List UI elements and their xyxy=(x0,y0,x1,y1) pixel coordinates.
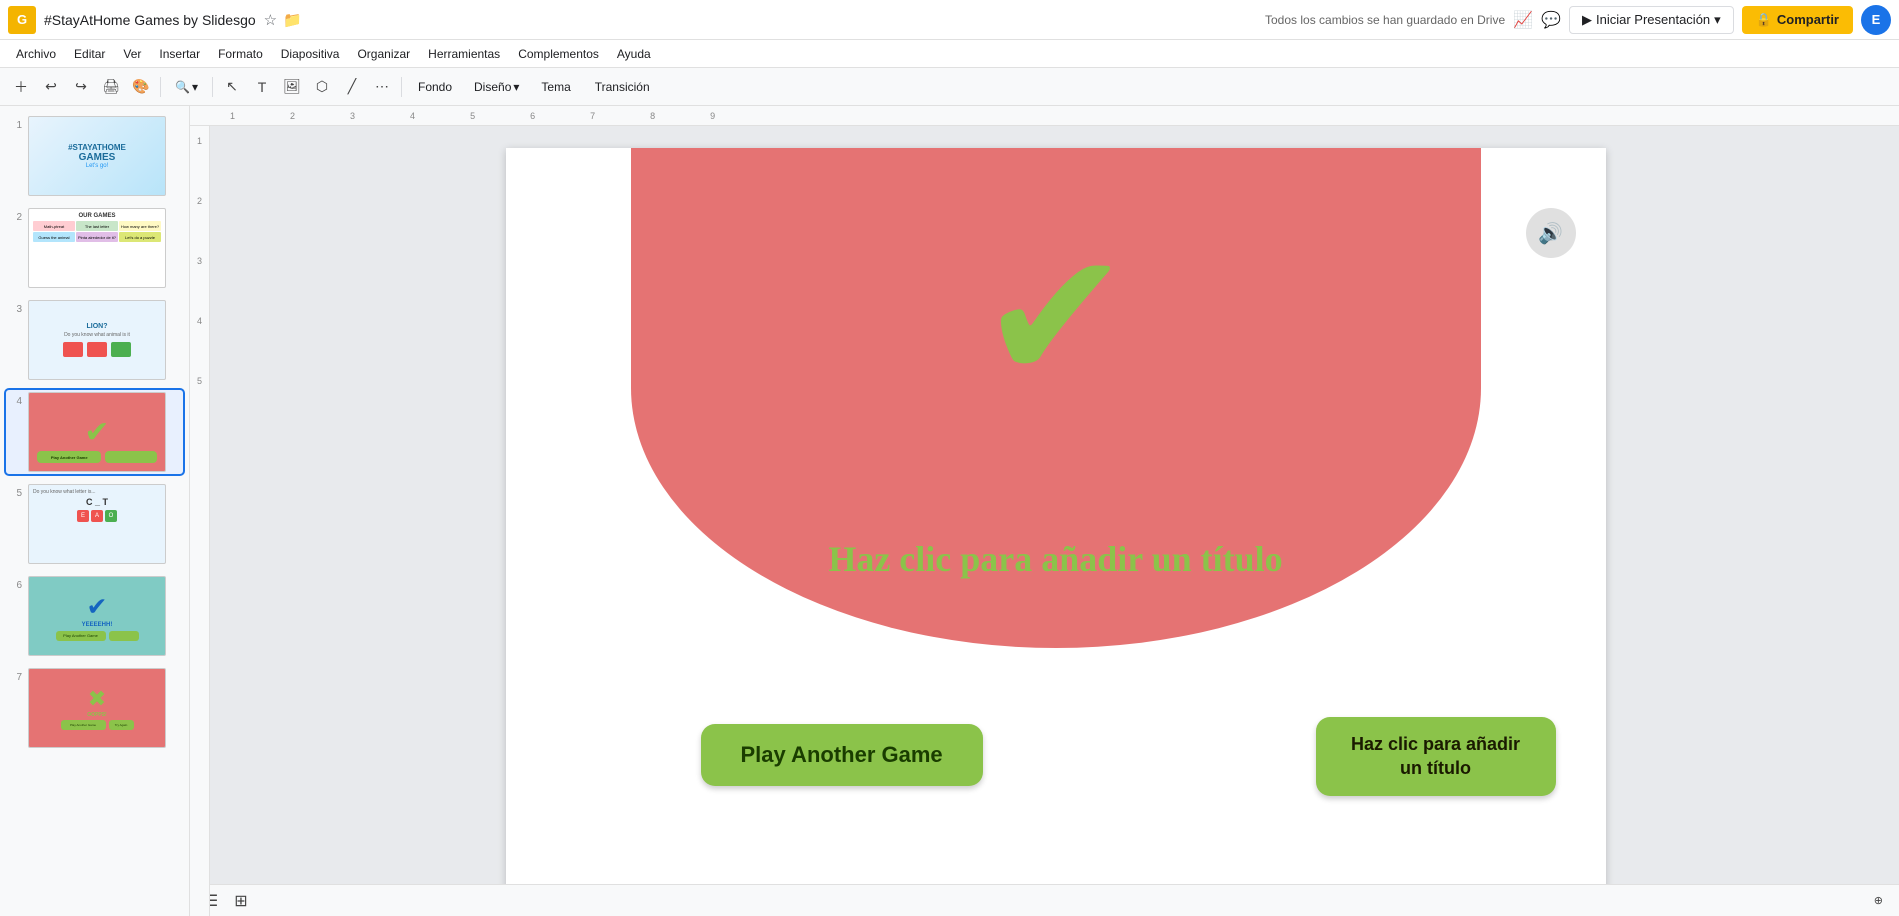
share-button[interactable]: 🔒 Compartir xyxy=(1742,6,1853,34)
save-status: Todos los cambios se han guardado en Dri… xyxy=(1265,13,1505,27)
bottom-bar: ☰ ⊞ ⊕ xyxy=(190,884,1899,916)
toolbar-separator-3 xyxy=(401,77,402,97)
star-icon[interactable]: ☆ xyxy=(264,11,277,29)
slide-item-2[interactable]: 2 OUR GAMES Math-ptreat The last letter … xyxy=(6,206,183,290)
menu-formato[interactable]: Formato xyxy=(210,44,271,64)
ruler-vertical: 12345 xyxy=(190,126,210,916)
sound-icon: 🔊 xyxy=(1538,221,1563,246)
slide-thumb-7: ✖ OOPPS! Play Another Game Try Again xyxy=(28,668,166,748)
slide-item-7[interactable]: 7 ✖ OOPPS! Play Another Game Try Again xyxy=(6,666,183,750)
toolbar-line-btn[interactable]: ╱ xyxy=(339,74,365,100)
toolbar-transition-btn[interactable]: Transición xyxy=(585,76,660,98)
toolbar-separator-1 xyxy=(160,77,161,97)
slide-thumb-1: #STAYATHOME GAMES Let's go! xyxy=(28,116,166,196)
present-icon: ▶ xyxy=(1582,12,1592,28)
slide-thumb-6: ✔ YEEEEHH! Play Another Game xyxy=(28,576,166,656)
menu-organizar[interactable]: Organizar xyxy=(349,44,418,64)
avatar[interactable]: E xyxy=(1861,5,1891,35)
toolbar-text-btn[interactable]: T xyxy=(249,74,275,100)
bottom-grid-view-btn[interactable]: ⊞ xyxy=(228,888,254,914)
slide-num-4: 4 xyxy=(8,396,22,407)
slide-thumb-4: ✔ Play Another Game xyxy=(28,392,166,472)
slide-thumb-3: LION? Do you know what animal is it xyxy=(28,300,166,380)
canvas-area: 1 2 3 4 5 6 7 8 9 12345 🔊 xyxy=(190,106,1899,916)
toolbar-add-btn[interactable]: ＋ xyxy=(8,74,34,100)
toolbar-paintformat-btn[interactable]: 🎨 xyxy=(128,74,154,100)
slide-num-1: 1 xyxy=(8,120,22,131)
toolbar-design-dropdown[interactable]: Diseño ▾ xyxy=(466,76,527,98)
present-button[interactable]: ▶ Iniciar Presentación ▾ xyxy=(1569,6,1734,34)
menu-insertar[interactable]: Insertar xyxy=(151,44,208,64)
top-bar: G #StayAtHome Games by Slidesgo ☆ 📁 Todo… xyxy=(0,0,1899,40)
toolbar-redo-btn[interactable]: ↪ xyxy=(68,74,94,100)
present-dropdown-icon: ▾ xyxy=(1714,12,1721,28)
slide-item-3[interactable]: 3 LION? Do you know what animal is it xyxy=(6,298,183,382)
play-another-game-button[interactable]: Play Another Game xyxy=(701,724,983,786)
slide-item-1[interactable]: 1 #STAYATHOME GAMES Let's go! xyxy=(6,114,183,198)
toolbar-cursor-btn[interactable]: ↖ xyxy=(219,74,245,100)
menu-bar: Archivo Editar Ver Insertar Formato Diap… xyxy=(0,40,1899,68)
main-layout: 1 #STAYATHOME GAMES Let's go! 2 OUR GAME… xyxy=(0,106,1899,916)
slide-num-2: 2 xyxy=(8,212,22,223)
toolbar-print-btn[interactable]: 🖨 xyxy=(98,74,124,100)
toolbar-zoom-dropdown[interactable]: 🔍 ▾ xyxy=(167,76,206,98)
slide-thumb-2: OUR GAMES Math-ptreat The last letter Ho… xyxy=(28,208,166,288)
toolbar-background-btn[interactable]: Fondo xyxy=(408,76,462,98)
toolbar: ＋ ↩ ↪ 🖨 🎨 🔍 ▾ ↖ T 🖼 ⬡ ╱ ⋯ Fondo Diseño ▾… xyxy=(0,68,1899,106)
menu-archivo[interactable]: Archivo xyxy=(8,44,64,64)
lock-icon: 🔒 xyxy=(1756,12,1772,28)
menu-complementos[interactable]: Complementos xyxy=(510,44,607,64)
slide-thumb-5: Do you know what letter is... C _ T E A … xyxy=(28,484,166,564)
trending-icon: 📈 xyxy=(1513,10,1533,30)
toolbar-separator-2 xyxy=(212,77,213,97)
slide-item-4[interactable]: 4 ✔ Play Another Game xyxy=(6,390,183,474)
comment-icon[interactable]: 💬 xyxy=(1541,10,1561,30)
doc-title: #StayAtHome Games by Slidesgo xyxy=(44,12,256,28)
thumb-checkmark: ✔ xyxy=(84,415,109,450)
menu-herramientas[interactable]: Herramientas xyxy=(420,44,508,64)
sound-button[interactable]: 🔊 xyxy=(1526,208,1576,258)
slide-num-3: 3 xyxy=(8,304,22,315)
toolbar-more-btn[interactable]: ⋯ xyxy=(369,74,395,100)
slide-num-7: 7 xyxy=(8,672,22,683)
top-right-actions: 📈 💬 ▶ Iniciar Presentación ▾ 🔒 Compartir… xyxy=(1513,5,1891,35)
bottom-fit-btn[interactable]: ⊕ xyxy=(1866,888,1891,914)
slide-canvas[interactable]: 🔊 ✔ Haz clic para añadir un título Play … xyxy=(506,148,1606,896)
slide-item-6[interactable]: 6 ✔ YEEEEHH! Play Another Game xyxy=(6,574,183,658)
slide-item-5[interactable]: 5 Do you know what letter is... C _ T E … xyxy=(6,482,183,566)
checkmark-icon: ✔ xyxy=(980,228,1131,408)
toolbar-image-btn[interactable]: 🖼 xyxy=(279,74,305,100)
folder-icon[interactable]: 📁 xyxy=(283,11,302,29)
doc-icons: ☆ 📁 xyxy=(264,11,302,29)
toolbar-undo-btn[interactable]: ↩ xyxy=(38,74,64,100)
slide-title-placeholder[interactable]: Haz clic para añadir un título xyxy=(806,538,1306,581)
slide-num-5: 5 xyxy=(8,488,22,499)
slide-num-6: 6 xyxy=(8,580,22,591)
app-icon[interactable]: G xyxy=(8,6,36,34)
menu-editar[interactable]: Editar xyxy=(66,44,113,64)
slide-title2-placeholder[interactable]: Haz clic para añadir un título xyxy=(1316,717,1556,796)
ruler-horizontal: 1 2 3 4 5 6 7 8 9 xyxy=(190,106,1899,126)
menu-diapositiva[interactable]: Diapositiva xyxy=(273,44,348,64)
toolbar-shape-btn[interactable]: ⬡ xyxy=(309,74,335,100)
menu-ver[interactable]: Ver xyxy=(115,44,149,64)
menu-ayuda[interactable]: Ayuda xyxy=(609,44,659,64)
slide-panel: 1 #STAYATHOME GAMES Let's go! 2 OUR GAME… xyxy=(0,106,190,916)
toolbar-theme-btn[interactable]: Tema xyxy=(531,76,580,98)
